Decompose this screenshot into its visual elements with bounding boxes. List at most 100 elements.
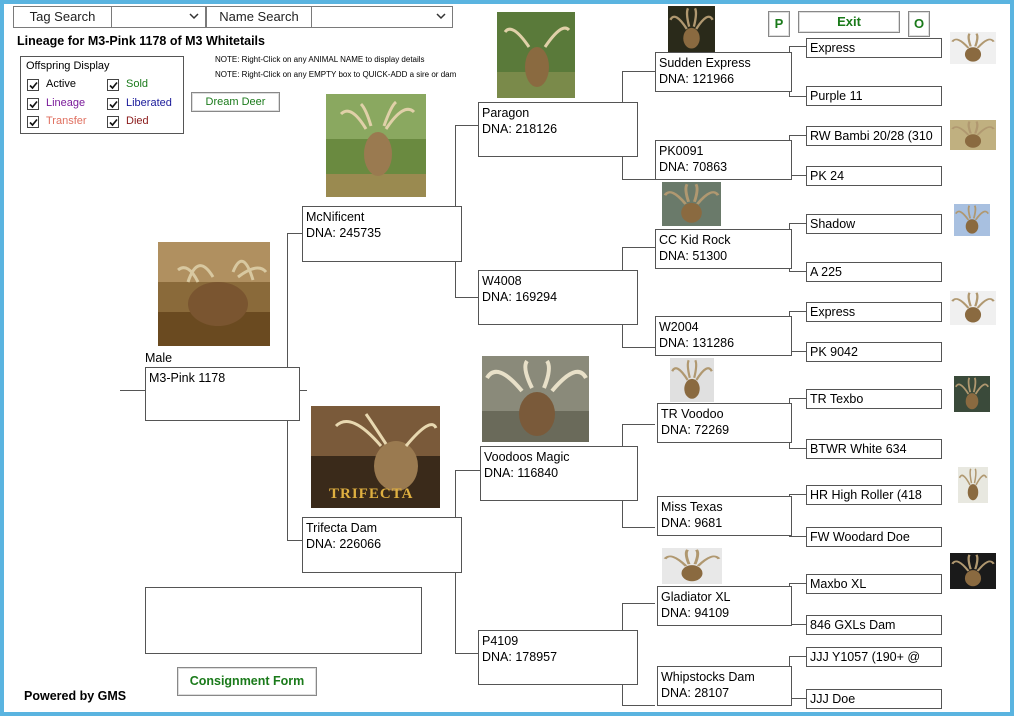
connector [622,527,655,528]
exit-button[interactable]: Exit [798,11,900,33]
legend-checkbox[interactable] [107,98,119,110]
ancestor-photo[interactable] [670,358,714,402]
connector [287,233,302,234]
animal-name[interactable]: PK0091 [659,143,788,159]
dna-value: DNA: 226066 [306,537,382,551]
dna-value: DNA: 245735 [306,226,382,240]
legend-checkbox[interactable] [107,116,119,128]
ancestor-photo[interactable] [662,182,721,226]
dam-box[interactable]: Trifecta Dam DNA: 226066 [302,517,462,573]
ancestor-box[interactable]: Shadow [806,214,942,234]
great-grandparent-box[interactable]: Miss Texas DNA: 9681 [657,496,792,536]
subject-animal-box[interactable]: M3-Pink 1178 [145,367,300,421]
sire-box[interactable]: McNificent DNA: 245735 [302,206,462,262]
ancestor-photo[interactable] [950,553,996,589]
great-grandparent-box[interactable]: W2004 DNA: 131286 [655,316,792,356]
legend-checkbox[interactable] [107,79,119,91]
dna-value: DNA: 94109 [661,606,730,620]
great-grandparent-box[interactable]: CC Kid Rock DNA: 51300 [655,229,792,269]
legend-checkbox[interactable] [27,79,39,91]
great-grandparent-box[interactable]: TR Voodoo DNA: 72269 [657,403,792,443]
animal-name[interactable]: Trifecta Dam [306,520,458,536]
legend-checkbox[interactable] [27,98,39,110]
checkmark-icon [109,100,118,109]
animal-name[interactable]: M3-Pink 1178 [149,370,296,386]
ancestor-photo[interactable] [954,376,990,412]
animal-name[interactable]: W2004 [659,319,788,335]
legend-checkbox[interactable] [27,116,39,128]
connector [622,179,655,180]
chevron-down-icon[interactable] [188,10,200,22]
ancestor-box[interactable]: JJJ Y1057 (190+ @ [806,647,942,667]
o-button[interactable]: O [908,11,930,37]
chevron-down-icon[interactable] [435,10,447,22]
ancestor-photo[interactable] [950,291,996,325]
animal-name[interactable]: P4109 [482,633,634,649]
animal-name[interactable]: Miss Texas [661,499,788,515]
ancestor-photo[interactable] [662,548,722,584]
p-button[interactable]: P [768,11,790,37]
dam-photo[interactable]: TRIFECTA [311,406,440,508]
animal-name[interactable]: Whipstocks Dam [661,669,788,685]
ancestor-box[interactable]: Purple 11 [806,86,942,106]
great-grandparent-box[interactable]: Whipstocks Dam DNA: 28107 [657,666,792,706]
connector [622,71,655,72]
ancestor-photo[interactable] [950,32,996,64]
ancestor-box[interactable]: Express [806,38,942,58]
tag-search-select[interactable]: Tag Search [13,6,206,28]
ancestor-box[interactable]: RW Bambi 20/28 (310 [806,126,942,146]
animal-name[interactable]: Gladiator XL [661,589,788,605]
paragon-photo[interactable] [497,12,575,98]
animal-name[interactable]: Sudden Express [659,55,788,71]
animal-name[interactable]: TR Voodoo [661,406,788,422]
ancestor-box[interactable]: A 225 [806,262,942,282]
page-title: Lineage for M3-Pink 1178 of M3 Whitetail… [17,34,265,48]
connector [455,653,480,654]
checkmark-icon [109,81,118,90]
deer-photo-icon [668,6,715,52]
deer-photo-icon [662,182,721,226]
grandsire-paternal-box[interactable]: Paragon DNA: 218126 [478,102,638,157]
voodoos-magic-photo[interactable] [482,356,589,442]
ancestor-box[interactable]: BTWR White 634 [806,439,942,459]
ancestor-box[interactable]: PK 24 [806,166,942,186]
ancestor-box[interactable]: TR Texbo [806,389,942,409]
consignment-form-button[interactable]: Consignment Form [177,667,317,696]
ancestor-photo[interactable] [954,204,990,236]
name-search-select[interactable]: Name Search [206,6,453,28]
deer-photo-icon [958,467,988,503]
name-search-value[interactable] [312,7,452,27]
great-grandparent-box[interactable]: PK0091 DNA: 70863 [655,140,792,180]
ancestor-box[interactable]: Maxbo XL [806,574,942,594]
ancestor-photo[interactable] [668,6,715,52]
legend-label: Sold [126,78,149,90]
animal-name[interactable]: Voodoos Magic [484,449,634,465]
trifecta-caption: TRIFECTA [329,486,414,502]
great-grandparent-box[interactable]: Gladiator XL DNA: 94109 [657,586,792,626]
animal-name[interactable]: CC Kid Rock [659,232,788,248]
ancestor-box[interactable]: Express [806,302,942,322]
notes-box[interactable] [145,587,422,654]
dream-deer-button[interactable]: Dream Deer [191,92,280,112]
checkmark-icon [29,100,38,109]
grandsire-maternal-box[interactable]: Voodoos Magic DNA: 116840 [480,446,638,501]
connector [789,398,806,399]
subject-photo[interactable] [158,242,270,346]
sire-photo[interactable] [326,94,426,197]
ancestor-box[interactable]: PK 9042 [806,342,942,362]
granddam-maternal-box[interactable]: P4109 DNA: 178957 [478,630,638,685]
ancestor-photo[interactable] [958,467,988,503]
animal-name[interactable]: McNificent [306,209,458,225]
ancestor-box[interactable]: 846 GXLs Dam [806,615,942,635]
ancestor-box[interactable]: HR High Roller (418 [806,485,942,505]
ancestor-photo[interactable] [950,120,996,150]
animal-name[interactable]: Paragon [482,105,634,121]
deer-photo-icon [497,12,575,98]
great-grandparent-box[interactable]: Sudden Express DNA: 121966 [655,52,792,92]
connector [789,583,806,584]
tag-search-label: Tag Search [14,7,112,27]
ancestor-box[interactable]: JJJ Doe [806,689,942,709]
granddam-paternal-box[interactable]: W4008 DNA: 169294 [478,270,638,325]
ancestor-box[interactable]: FW Woodard Doe [806,527,942,547]
animal-name[interactable]: W4008 [482,273,634,289]
